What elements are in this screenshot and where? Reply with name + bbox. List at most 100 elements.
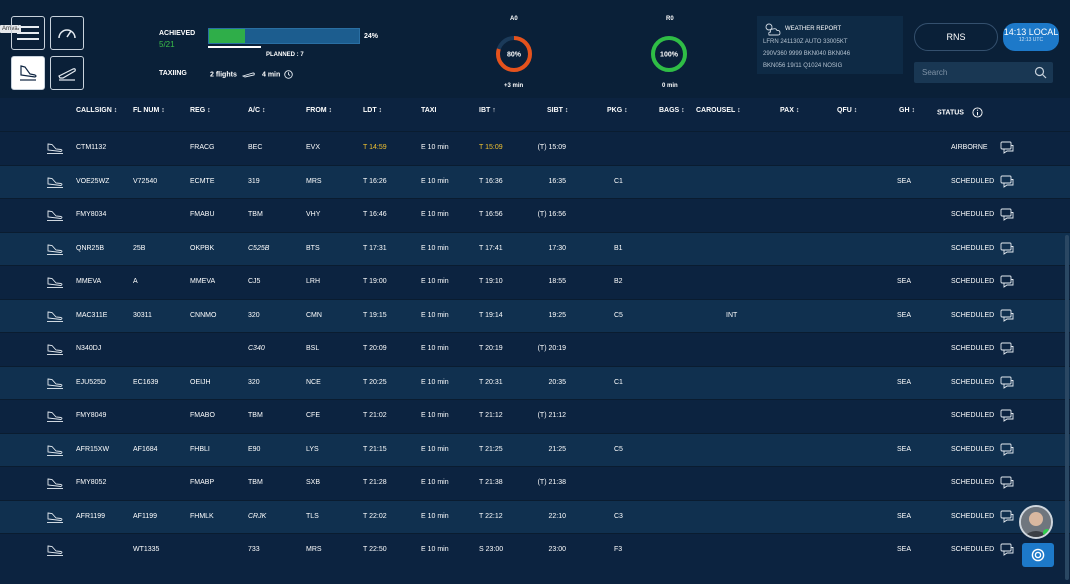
cell-ac: 733 xyxy=(248,546,260,553)
table-row[interactable]: CTM1132 FRACG BEC EVX T 14:59 E 10 min T 15:09… xyxy=(0,131,1070,164)
col-gh[interactable]: GH ↕ xyxy=(899,107,915,114)
arrival-plane-icon xyxy=(47,444,63,456)
a0-gauge: 80% xyxy=(496,36,532,72)
table-row[interactable]: N340DJ C340 BSL T 20:09 E 10 min T 20:19 (T) 2… xyxy=(0,332,1070,365)
cell-ibt: T 16:56 xyxy=(479,211,503,218)
cell-status: AIRBORNE xyxy=(951,144,988,151)
cell-from: CMN xyxy=(306,311,322,319)
col-status-label: STATUS xyxy=(937,109,964,117)
comment-icon[interactable] xyxy=(1000,208,1015,222)
table-row[interactable]: EJU525D EC1639 OEIJH 320 NCE T 20:25 E 10 min T… xyxy=(0,365,1070,399)
comment-icon[interactable] xyxy=(1000,141,1015,155)
search-placeholder: Search xyxy=(922,68,948,77)
comment-icon[interactable] xyxy=(1000,476,1015,490)
cell-status: SCHEDULED xyxy=(951,512,995,520)
table-row[interactable]: AFR1199 AF1199 FHMLK CRJK TLS T 22:02 E 10 min… xyxy=(0,499,1070,533)
search-input[interactable]: Search xyxy=(914,62,1053,83)
planned-marker xyxy=(208,46,261,48)
airport-selector[interactable]: RNS xyxy=(914,23,998,51)
online-status-dot xyxy=(1043,529,1051,537)
table-row[interactable]: QNR25B 25B OKPBK C525B BTS T 17:31 E 10 min T 1… xyxy=(0,231,1070,265)
arrival-plane-icon xyxy=(47,511,63,523)
col-callsign[interactable]: CALLSIGN ↕ xyxy=(76,107,117,114)
arrivals-tab[interactable] xyxy=(11,56,45,90)
comment-icon[interactable] xyxy=(1000,309,1015,323)
col-reg[interactable]: REG ↕ xyxy=(190,107,211,114)
table-row[interactable]: WT1335 733 MRS T 22:50 E 10 min S 23:00 23:00 F… xyxy=(0,533,1070,566)
col-bags[interactable]: BAGS ↕ xyxy=(659,107,685,114)
arrival-plane-icon xyxy=(47,176,63,188)
weather-line-3: BKN056 19/11 Q1024 NOSIG xyxy=(763,63,843,69)
col-flnum[interactable]: FL NUM ↕ xyxy=(133,107,165,114)
cell-ldt: T 16:26 xyxy=(363,177,387,185)
cell-from: SXB xyxy=(306,479,321,486)
cell-flnum: 30311 xyxy=(133,311,152,319)
cell-flnum: A xyxy=(133,278,138,285)
col-from[interactable]: FROM ↕ xyxy=(306,107,332,114)
cell-callsign: FMY8052 xyxy=(76,479,107,486)
arrival-plane-icon xyxy=(47,545,63,556)
table-row[interactable]: MMEVA A MMEVA CJ5 LRH T 19:00 E 10 min T 19:10 1… xyxy=(0,265,1070,298)
local-time-toggle[interactable]: 14:13 LOCAL 12:13 UTC xyxy=(1003,23,1059,51)
cell-sibt: (T) 21:12 xyxy=(537,412,566,419)
table-row[interactable]: FMY8049 FMABO TBM CFE T 21:02 E 10 min T 21:12… xyxy=(0,399,1070,432)
col-pkg[interactable]: PKG ↕ xyxy=(607,107,628,114)
cell-status: SCHEDULED xyxy=(951,445,995,453)
comment-icon[interactable] xyxy=(1000,510,1015,524)
cell-ldt: T 20:09 xyxy=(363,345,387,352)
comment-icon[interactable] xyxy=(1000,342,1015,356)
comment-icon[interactable] xyxy=(1000,543,1015,557)
table-row[interactable]: MAC311E 30311 CNNMO 320 CMN T 19:15 E 10 min T … xyxy=(0,298,1070,332)
departures-tab[interactable] xyxy=(50,56,84,90)
cell-status: SCHEDULED xyxy=(951,244,995,252)
cell-callsign: MMEVA xyxy=(76,278,102,285)
clock-icon xyxy=(284,70,293,79)
cell-from: CFE xyxy=(306,412,320,419)
cell-from: TLS xyxy=(306,512,319,520)
cell-pkg: C3 xyxy=(614,512,623,520)
cell-ac: C525B xyxy=(248,244,270,252)
table-row[interactable]: FMY8034 FMABU TBM VHY T 16:46 E 10 min T 16:56… xyxy=(0,198,1070,231)
cell-pkg: C1 xyxy=(614,378,623,386)
support-button[interactable] xyxy=(1022,543,1054,567)
avatar[interactable] xyxy=(1019,505,1053,539)
weather-panel[interactable]: WEATHER REPORT LFRN 241130Z AUTO 33005KT… xyxy=(757,16,903,74)
cell-reg: FMABO xyxy=(190,412,215,419)
col-qfu[interactable]: QFU ↕ xyxy=(837,107,857,114)
col-sibt[interactable]: SIBT ↕ xyxy=(547,107,568,114)
col-ac[interactable]: A/C ↕ xyxy=(248,107,266,114)
comment-icon[interactable] xyxy=(1000,175,1015,189)
col-carousel[interactable]: CAROUSEL ↕ xyxy=(696,107,741,114)
col-ldt[interactable]: LDT ↕ xyxy=(363,107,382,114)
col-ibt[interactable]: IBT ↑ xyxy=(479,107,496,114)
a0-gauge-value: 80% xyxy=(507,52,522,59)
cell-sibt: 18:55 xyxy=(548,278,566,285)
col-pax[interactable]: PAX ↕ xyxy=(780,107,799,114)
col-status[interactable]: STATUS xyxy=(937,107,983,118)
comment-icon[interactable] xyxy=(1000,409,1015,423)
cell-pkg: C5 xyxy=(614,311,623,319)
cell-gh: SEA xyxy=(897,445,912,453)
table-row[interactable]: AFR15XW AF1684 FHBLI E90 LYS T 21:15 E 10 min T… xyxy=(0,432,1070,466)
cell-ac: C340 xyxy=(248,345,265,352)
cell-taxi: E 10 min xyxy=(421,278,449,285)
col-taxi[interactable]: TAXI xyxy=(421,107,436,114)
table-row[interactable]: FMY8052 FMABP TBM SXB T 21:28 E 10 min T 21:38… xyxy=(0,466,1070,499)
cell-sibt: 23:00 xyxy=(548,546,566,553)
cell-taxi: E 10 min xyxy=(421,412,449,419)
cell-taxi: E 10 min xyxy=(421,546,449,553)
comment-icon[interactable] xyxy=(1000,376,1015,390)
cell-status: SCHEDULED xyxy=(951,177,995,185)
comment-icon[interactable] xyxy=(1000,275,1015,289)
scrollbar[interactable] xyxy=(1065,235,1069,580)
cell-ibt: T 15:09 xyxy=(479,144,503,151)
weather-line-2: 290V360 9999 BKN040 BKN046 xyxy=(763,51,851,57)
cell-ibt: T 20:19 xyxy=(479,345,503,352)
table-row[interactable]: VOE25WZ V72540 ECMTE 319 MRS T 16:26 E 10 min T… xyxy=(0,164,1070,198)
comment-icon[interactable] xyxy=(1000,242,1015,256)
dashboard-button[interactable] xyxy=(50,16,84,50)
comment-icon[interactable] xyxy=(1000,443,1015,457)
menu-button[interactable] xyxy=(11,16,45,50)
info-icon[interactable] xyxy=(972,107,983,118)
cell-ibt: T 19:10 xyxy=(479,278,503,285)
